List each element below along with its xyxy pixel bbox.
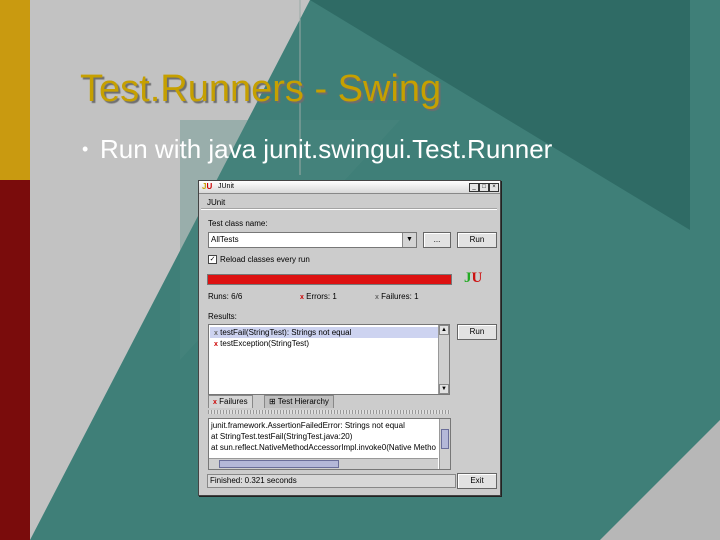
test-class-label: Test class name: — [208, 219, 268, 228]
browse-button[interactable]: ... — [423, 232, 451, 248]
tab-label: Test Hierarchy — [277, 397, 329, 406]
reload-checkbox[interactable]: ✓ — [208, 255, 217, 264]
exit-button[interactable]: Exit — [457, 473, 497, 489]
errors-label: Errors: — [306, 292, 331, 301]
menu-junit[interactable]: JUnit — [207, 198, 225, 207]
failures-label: Failures: — [381, 292, 412, 301]
trace-line: junit.framework.AssertionFailedError: St… — [211, 421, 405, 430]
tab-test-hierarchy[interactable]: ⊞ Test Hierarchy — [264, 395, 334, 408]
junit-logo-icon: JU — [202, 182, 213, 191]
status-bar: Finished: 0.321 seconds — [207, 474, 456, 488]
stack-trace-panel[interactable]: junit.framework.AssertionFailedError: St… — [208, 418, 451, 470]
minimize-icon[interactable]: _ — [469, 183, 479, 192]
splitter-handle[interactable] — [208, 410, 450, 414]
menu-divider — [201, 208, 497, 210]
trace-horizontal-scrollbar[interactable] — [209, 458, 438, 469]
test-class-combo[interactable]: AllTests ▼ — [208, 232, 417, 248]
failures-value: 1 — [414, 292, 419, 301]
chevron-down-icon[interactable]: ▼ — [402, 233, 416, 247]
list-item[interactable]: x testFail(StringTest): Strings not equa… — [210, 327, 440, 338]
runs-stat: Runs: 6/6 — [208, 292, 242, 301]
errors-stat: x Errors: 1 — [300, 292, 337, 301]
trace-line: at StringTest.testFail(StringTest.java:2… — [211, 432, 353, 441]
error-icon: x — [213, 399, 217, 406]
failures-stat: x Failures: 1 — [375, 292, 419, 301]
close-icon[interactable]: × — [489, 183, 499, 192]
window-titlebar[interactable]: JU JUnit _ □ × — [199, 181, 500, 194]
scroll-thumb[interactable] — [219, 460, 339, 468]
trace-vertical-scrollbar[interactable] — [439, 419, 450, 469]
errors-value: 1 — [332, 292, 337, 301]
trace-line: at sun.reflect.NativeMethodAccessorImpl.… — [211, 443, 436, 452]
scroll-down-icon[interactable]: ▼ — [439, 384, 449, 394]
list-item[interactable]: x testException(StringTest) — [210, 338, 440, 349]
results-list[interactable]: x testFail(StringTest): Strings not equa… — [208, 324, 450, 395]
tab-failures[interactable]: x Failures — [208, 395, 253, 408]
run-button[interactable]: Run — [457, 232, 497, 248]
result-text: testFail(StringTest): Strings not equal — [220, 328, 352, 337]
error-icon: x — [300, 294, 304, 301]
result-text: testException(StringTest) — [220, 339, 310, 348]
bullet-dot-icon: • — [82, 139, 89, 159]
results-label: Results: — [208, 312, 237, 321]
junit-logo-icon: JU — [464, 270, 483, 286]
progress-bar — [207, 274, 452, 285]
runs-value: 6/6 — [231, 292, 243, 301]
maximize-icon[interactable]: □ — [479, 183, 489, 192]
scroll-up-icon[interactable]: ▲ — [439, 325, 449, 335]
slide-title: Test.Runners - Swing — [80, 68, 442, 110]
failure-icon: x — [375, 294, 379, 301]
window-title: JUnit — [218, 183, 234, 190]
runs-label: Runs: — [208, 292, 229, 301]
scroll-thumb[interactable] — [441, 429, 449, 449]
rerun-button[interactable]: Run — [457, 324, 497, 340]
tab-label: Failures — [219, 397, 248, 406]
failure-icon: x — [214, 330, 218, 337]
test-class-value: AllTests — [211, 235, 239, 244]
bullet-text: Run with java junit.swingui.Test.Runner — [100, 134, 553, 164]
results-vertical-scrollbar[interactable]: ▲ ▼ — [438, 325, 449, 394]
error-icon: x — [214, 341, 218, 348]
reload-label: Reload classes every run — [220, 255, 310, 264]
hierarchy-icon: ⊞ — [269, 397, 276, 406]
bullet-item: • Run with java junit.swingui.Test.Runner — [82, 134, 552, 165]
